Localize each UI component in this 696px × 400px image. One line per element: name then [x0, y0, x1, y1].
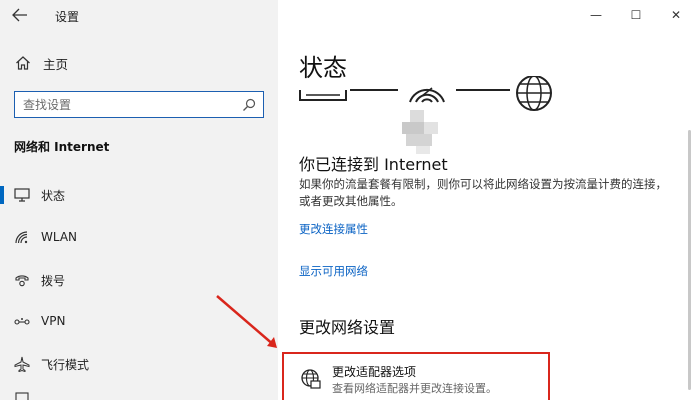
- adapter-option-title: 更改适配器选项: [332, 365, 417, 379]
- scrollbar[interactable]: [688, 130, 691, 390]
- connected-description: 如果你的流量套餐有限制，则你可以将此网络设置为按流量计费的连接，或者更改其他属性…: [299, 177, 667, 208]
- home-icon: [14, 54, 32, 72]
- sidebar-item-status[interactable]: 状态: [0, 178, 278, 212]
- section-title: 网络和 Internet: [14, 140, 110, 154]
- airplane-icon: [13, 355, 31, 373]
- sidebar-item-label: 状态: [41, 189, 66, 203]
- adapter-globe-icon: [301, 369, 321, 389]
- window-controls: — ☐ ✕: [576, 0, 696, 30]
- main-content: — ☐ ✕ 状态 你已连接到 Internet 如果你的流量套餐有限制，则你可以…: [278, 0, 696, 400]
- sidebar-item-wlan[interactable]: WLAN: [0, 221, 278, 255]
- sidebar-item-label: 拨号: [41, 274, 66, 288]
- status-icon: [13, 186, 31, 204]
- globe-icon: [516, 76, 552, 111]
- sidebar: 设置 主页 网络和 Internet 状态 WLAN 拨号: [0, 0, 278, 400]
- back-arrow-icon: [12, 8, 27, 22]
- connected-heading: 你已连接到 Internet: [299, 155, 448, 174]
- home-nav-item[interactable]: 主页: [14, 52, 68, 74]
- search-box: [14, 91, 264, 118]
- computer-icon: [299, 90, 347, 101]
- home-label: 主页: [43, 56, 69, 72]
- minimize-button[interactable]: —: [576, 0, 616, 30]
- show-available-networks-link[interactable]: 显示可用网络: [299, 263, 368, 279]
- sidebar-item-partial: [0, 384, 278, 400]
- sidebar-item-label: 飞行模式: [41, 358, 90, 372]
- selected-indicator: [0, 186, 4, 204]
- router-icon: [409, 87, 445, 103]
- change-connection-properties-link[interactable]: 更改连接属性: [299, 221, 368, 237]
- maximize-button[interactable]: ☐: [616, 0, 656, 30]
- sidebar-item-airplane-mode[interactable]: 飞行模式: [0, 347, 278, 381]
- partial-icon: [13, 388, 31, 400]
- sidebar-item-label: WLAN: [41, 230, 78, 244]
- change-adapter-options-item[interactable]: 更改适配器选项 查看网络适配器并更改连接设置。: [282, 352, 550, 400]
- app-title: 设置: [55, 10, 80, 24]
- sidebar-item-vpn[interactable]: VPN: [0, 305, 278, 339]
- wifi-icon: [13, 229, 31, 247]
- adapter-option-subtitle: 查看网络适配器并更改连接设置。: [332, 382, 497, 395]
- back-button[interactable]: [8, 4, 32, 26]
- sidebar-item-dialup[interactable]: 拨号: [0, 263, 278, 297]
- redacted-network-name: [402, 110, 438, 154]
- close-button[interactable]: ✕: [656, 0, 696, 30]
- search-input[interactable]: [15, 93, 235, 116]
- change-network-settings-heading: 更改网络设置: [299, 318, 396, 337]
- vpn-icon: [13, 313, 31, 331]
- search-icon[interactable]: [242, 97, 256, 111]
- dialup-icon: [13, 271, 31, 289]
- sidebar-item-label: VPN: [41, 314, 66, 328]
